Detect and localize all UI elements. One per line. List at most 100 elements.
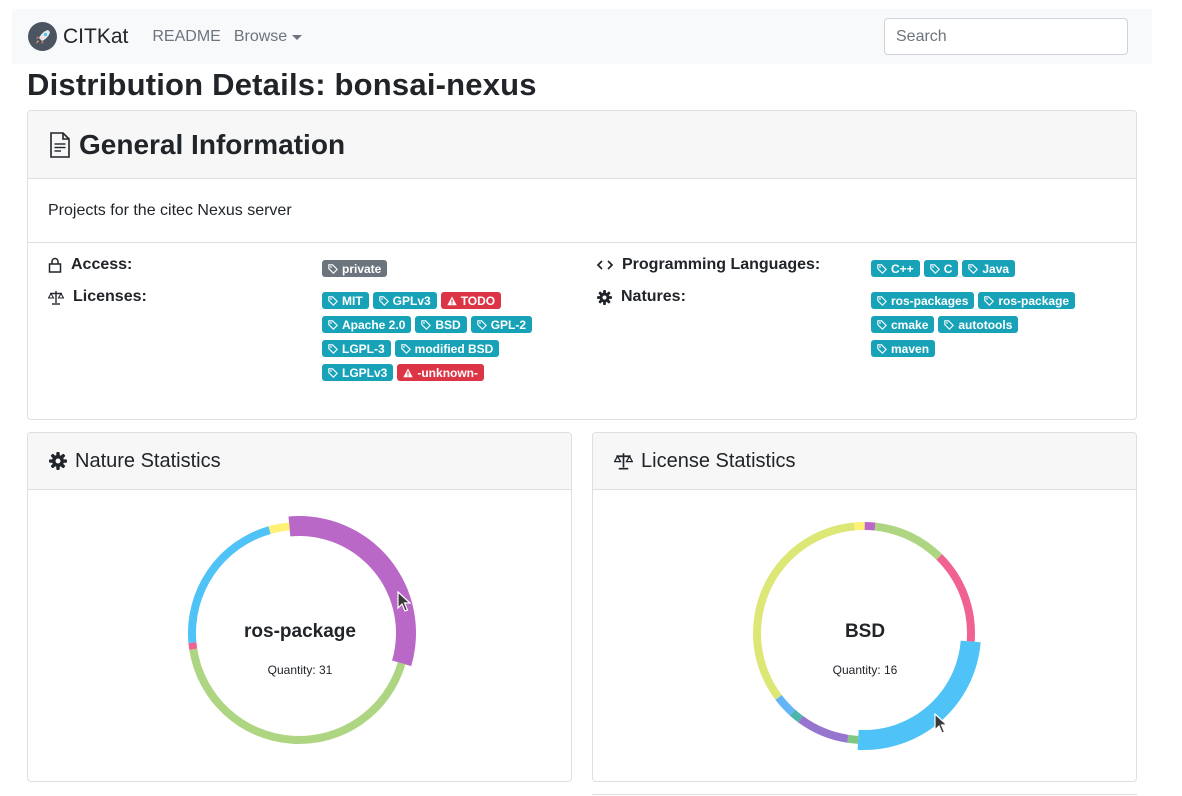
license-badge[interactable]: LGPL-3 bbox=[322, 340, 391, 357]
tag-icon bbox=[328, 295, 338, 306]
access-label: Access: bbox=[48, 256, 132, 274]
tag-icon bbox=[968, 263, 979, 274]
nature-badge[interactable]: autotools bbox=[938, 316, 1019, 333]
nature-badges: ros-packages ros-package cmake autotools mav… bbox=[871, 292, 1083, 364]
license-badge[interactable]: Apache 2.0 bbox=[322, 316, 412, 333]
nature-badge-label: ros-packages bbox=[891, 293, 969, 308]
license-slice-mit[interactable] bbox=[854, 522, 865, 531]
access-badges: private bbox=[322, 260, 562, 284]
natures-label-text: Natures: bbox=[621, 288, 686, 305]
navbar: CITKat README Browse bbox=[12, 9, 1152, 64]
license-badge[interactable]: BSD bbox=[415, 316, 467, 333]
license-badge[interactable]: -unknown- bbox=[397, 364, 485, 381]
license-selected-label: BSD bbox=[844, 621, 886, 642]
nature-slice-maven[interactable] bbox=[188, 642, 198, 650]
access-label-text: Access: bbox=[71, 256, 133, 273]
tag-icon bbox=[877, 343, 887, 354]
license-chart-area: BSD Quantity: 16 bbox=[593, 490, 1136, 781]
license-badge-label: GPL-2 bbox=[490, 317, 527, 332]
nature-statistics-card: Nature Statistics ros-package Quantity: … bbox=[27, 432, 572, 782]
license-slice-lgplv3[interactable] bbox=[775, 694, 796, 716]
nature-chart-area: ros-package Quantity: 31 bbox=[28, 490, 571, 781]
language-badge[interactable]: C bbox=[923, 260, 959, 277]
chevron-down-icon bbox=[292, 35, 303, 40]
tag-icon bbox=[877, 319, 887, 330]
license-slice-todo[interactable] bbox=[874, 522, 943, 560]
license-badge[interactable]: MIT bbox=[322, 292, 369, 309]
general-information-header: General Information bbox=[28, 111, 1136, 179]
language-badge[interactable]: C++ bbox=[871, 260, 920, 277]
license-badges: MIT GPLv3 TODO Apache 2.0 BSD GPL-2 LGPL-3 modi… bbox=[322, 292, 540, 388]
tag-icon bbox=[328, 263, 338, 274]
language-badge-label: C++ bbox=[891, 261, 914, 276]
nature-badge[interactable]: ros-packages bbox=[871, 292, 975, 309]
license-badge-label: modified BSD bbox=[414, 341, 494, 356]
nav-readme-link[interactable]: README bbox=[152, 28, 220, 46]
nature-badge-label: cmake bbox=[891, 317, 929, 332]
search-input[interactable] bbox=[884, 18, 1128, 55]
license-badge[interactable]: TODO bbox=[440, 292, 502, 309]
access-badge-label: private bbox=[342, 261, 382, 276]
nature-badge-label: ros-package bbox=[998, 293, 1070, 308]
license-badge-label: TODO bbox=[460, 293, 496, 308]
nav-browse-dropdown[interactable]: Browse bbox=[233, 27, 303, 46]
nature-badge[interactable]: cmake bbox=[871, 316, 935, 333]
nature-badge[interactable]: maven bbox=[871, 340, 936, 357]
license-badge-label: Apache 2.0 bbox=[342, 317, 406, 332]
nav-browse-label: Browse bbox=[233, 27, 288, 45]
lock-icon bbox=[48, 257, 62, 273]
license-statistics-card: License Statistics BSD Quantity: 16 bbox=[592, 432, 1137, 782]
nature-statistics-title: Nature Statistics bbox=[75, 449, 221, 472]
warning-icon bbox=[446, 296, 457, 305]
code-icon bbox=[597, 258, 613, 272]
access-badge[interactable]: private bbox=[322, 260, 388, 277]
mouse-cursor-icon bbox=[397, 591, 411, 612]
mouse-cursor-icon bbox=[934, 713, 948, 734]
tag-icon bbox=[328, 319, 338, 330]
brand[interactable]: CITKat bbox=[28, 22, 128, 51]
distribution-description: Projects for the citec Nexus server bbox=[28, 179, 1136, 243]
license-badge[interactable]: GPL-2 bbox=[470, 316, 533, 333]
page-title: Distribution Details: bonsai-nexus bbox=[27, 67, 537, 102]
license-badge-label: LGPL-3 bbox=[342, 341, 385, 356]
licenses-label: Licenses: bbox=[48, 288, 147, 306]
nature-slice-ros-packages[interactable] bbox=[268, 522, 290, 534]
license-slice-lgpl-3[interactable] bbox=[798, 715, 849, 743]
general-information-title: General Information bbox=[79, 128, 346, 160]
license-badge-label: LGPLv3 bbox=[342, 365, 388, 380]
language-badge[interactable]: Java bbox=[962, 260, 1016, 277]
tag-icon bbox=[476, 319, 487, 330]
license-badge-label: -unknown- bbox=[417, 365, 479, 380]
license-statistics-title: License Statistics bbox=[641, 449, 796, 472]
programming-languages-label: Programming Languages: bbox=[597, 256, 820, 274]
nature-badge[interactable]: ros-package bbox=[978, 292, 1076, 309]
gear-icon bbox=[597, 289, 612, 305]
description-text: Projects for the citec Nexus server bbox=[48, 201, 292, 219]
properties-area: Access: private Licenses: MIT GPLv3 TODO Ap… bbox=[28, 243, 1136, 419]
tag-icon bbox=[944, 319, 955, 330]
license-badge[interactable]: GPLv3 bbox=[372, 292, 437, 309]
license-badge-label: MIT bbox=[342, 293, 363, 308]
nature-badge-label: maven bbox=[891, 341, 930, 356]
programming-languages-label-text: Programming Languages: bbox=[622, 256, 821, 273]
natures-label: Natures: bbox=[597, 288, 686, 306]
license-slice-gplv3[interactable] bbox=[864, 522, 876, 531]
tag-icon bbox=[929, 263, 940, 274]
license-statistics-header: License Statistics bbox=[593, 433, 1136, 490]
license-donut-center: BSD Quantity: 16 bbox=[765, 621, 965, 677]
document-icon bbox=[49, 131, 71, 158]
license-slice-gpl-2[interactable] bbox=[847, 734, 859, 744]
nature-selected-quantity: Quantity: 31 bbox=[267, 663, 333, 677]
general-information-card: General Information Projects for the cit… bbox=[27, 110, 1137, 420]
license-badge[interactable]: LGPLv3 bbox=[322, 364, 394, 381]
tag-icon bbox=[400, 343, 411, 354]
tag-icon bbox=[421, 319, 432, 330]
language-badges: C++ C Java bbox=[871, 260, 1111, 284]
nature-badge-label: autotools bbox=[958, 317, 1013, 332]
licenses-label-text: Licenses: bbox=[73, 288, 147, 305]
rocket-icon bbox=[28, 22, 57, 51]
tag-icon bbox=[877, 263, 887, 274]
nature-statistics-header: Nature Statistics bbox=[28, 433, 571, 490]
language-badge-label: C bbox=[943, 261, 953, 276]
license-badge[interactable]: modified BSD bbox=[394, 340, 500, 357]
